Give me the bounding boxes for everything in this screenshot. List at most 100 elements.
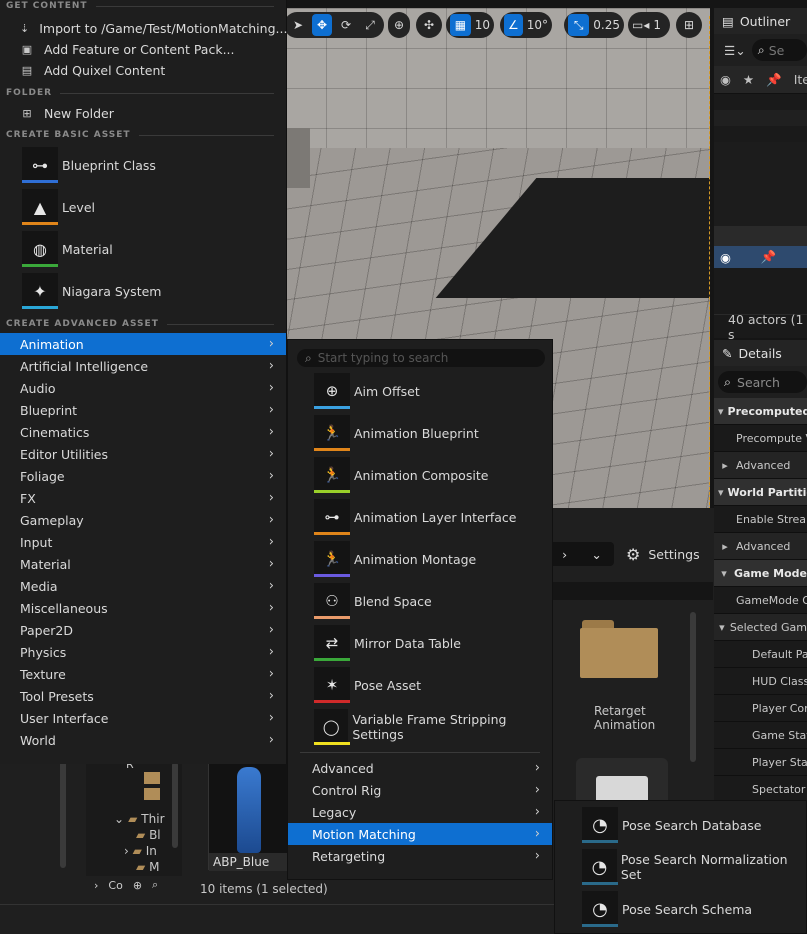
category-item-media[interactable]: Media › bbox=[0, 575, 286, 597]
grid-icon[interactable]: ▦ bbox=[450, 14, 471, 36]
details-row[interactable]: GameMode Ov bbox=[714, 587, 807, 614]
category-item-paper2d[interactable]: Paper2D › bbox=[0, 619, 286, 641]
category-item-input[interactable]: Input › bbox=[0, 531, 286, 553]
rotation-snap-group[interactable]: ∠ 10° bbox=[500, 12, 552, 38]
tree-item[interactable]: ⌄ ▰ Thir bbox=[114, 812, 165, 826]
submenu-item-retargeting[interactable]: Retargeting › bbox=[288, 845, 552, 867]
category-item-gameplay[interactable]: Gameplay › bbox=[0, 509, 286, 531]
pin-column-icon[interactable]: 📌 bbox=[766, 72, 782, 88]
animation-asset-item[interactable]: ⚇ Blend Space bbox=[288, 580, 552, 622]
camera-speed-button[interactable]: ▭◂ 1 bbox=[628, 12, 670, 38]
basic-asset-item[interactable]: ✦ Niagara System bbox=[0, 270, 286, 312]
details-row[interactable]: Game Stat bbox=[714, 722, 807, 749]
category-item-miscellaneous[interactable]: Miscellaneous › bbox=[0, 597, 286, 619]
add-feature-menu-item[interactable]: ▣ Add Feature or Content Pack... bbox=[0, 39, 286, 60]
basic-asset-item[interactable]: ⊶ Blueprint Class bbox=[0, 144, 286, 186]
details-row[interactable]: ▾ Game Mode bbox=[714, 560, 807, 587]
animation-search-input[interactable]: ⌕ Start typing to search bbox=[297, 349, 545, 367]
details-search-input[interactable]: ⌕ Search bbox=[718, 371, 807, 393]
scale-tool-icon[interactable]: ⤢ bbox=[360, 14, 380, 36]
animation-asset-item[interactable]: ⊶ Animation Layer Interface bbox=[288, 496, 552, 538]
details-row[interactable]: Spectator C bbox=[714, 776, 807, 803]
details-row[interactable]: ▾ World Partitio bbox=[714, 479, 807, 506]
details-row[interactable]: ▾ Precomputed bbox=[714, 398, 807, 425]
submenu-item-motion-matching[interactable]: Motion Matching › bbox=[288, 823, 552, 845]
animation-asset-item[interactable]: 🏃 Animation Blueprint bbox=[288, 412, 552, 454]
animation-asset-item[interactable]: ⇄ Mirror Data Table bbox=[288, 622, 552, 664]
animation-asset-item[interactable]: ✶ Pose Asset bbox=[288, 664, 552, 706]
motion-matching-asset-item[interactable]: ◔ Pose Search Normalization Set bbox=[555, 846, 806, 888]
category-item-tool-presets[interactable]: Tool Presets › bbox=[0, 685, 286, 707]
category-item-blueprint[interactable]: Blueprint › bbox=[0, 399, 286, 421]
add-icon[interactable]: ⊕ bbox=[133, 879, 142, 892]
category-item-world[interactable]: World › bbox=[0, 729, 286, 751]
new-folder-menu-item[interactable]: ⊞ New Folder bbox=[0, 102, 286, 125]
angle-icon[interactable]: ∠ bbox=[504, 14, 523, 36]
tree-item[interactable]: ▰ Bl bbox=[136, 828, 161, 842]
tree-item[interactable]: › ▰ In bbox=[124, 844, 157, 858]
category-item-texture[interactable]: Texture › bbox=[0, 663, 286, 685]
viewport-layout-button[interactable]: ⊞ bbox=[676, 12, 702, 38]
settings-button[interactable]: ⚙ Settings bbox=[626, 542, 700, 566]
category-item-animation[interactable]: Animation › bbox=[0, 333, 286, 355]
details-row[interactable]: HUD Class bbox=[714, 668, 807, 695]
visibility-icon[interactable]: ◉ bbox=[720, 250, 731, 265]
visibility-column-icon[interactable]: ◉ bbox=[720, 72, 731, 87]
search-icon[interactable]: ⌕ bbox=[152, 878, 158, 892]
animation-asset-item[interactable]: 🏃 Animation Composite bbox=[288, 454, 552, 496]
animation-asset-item[interactable]: ◯ Variable Frame Stripping Settings bbox=[288, 706, 552, 748]
world-space-button[interactable]: ⊕ bbox=[388, 12, 410, 38]
details-row[interactable]: ▸ Advanced bbox=[714, 533, 807, 560]
import-menu-item[interactable]: ⇣ Import to /Game/Test/MotionMatching... bbox=[0, 18, 287, 39]
add-quixel-menu-item[interactable]: ▤ Add Quixel Content bbox=[0, 60, 286, 81]
basic-asset-item[interactable]: ◍ Material bbox=[0, 228, 286, 270]
filter-icon[interactable]: ☰⌄ bbox=[724, 43, 746, 58]
submenu-item-control-rig[interactable]: Control Rig › bbox=[288, 779, 552, 801]
motion-matching-asset-item[interactable]: ◔ Pose Search Schema bbox=[555, 888, 806, 930]
favorite-column-icon[interactable]: ★ bbox=[743, 72, 754, 87]
outliner-row[interactable] bbox=[714, 94, 807, 110]
path-history-dropdown[interactable]: › ⌄ bbox=[550, 542, 614, 566]
details-row[interactable]: Enable Stream bbox=[714, 506, 807, 533]
grid-snap-group[interactable]: ▦ 10 bbox=[446, 12, 494, 38]
category-item-editor-utilities[interactable]: Editor Utilities › bbox=[0, 443, 286, 465]
basic-asset-item[interactable]: ▲ Level bbox=[0, 186, 286, 228]
outliner-search-input[interactable]: ⌕ Se bbox=[751, 39, 807, 61]
details-row[interactable]: Precompute V bbox=[714, 425, 807, 452]
rotate-tool-icon[interactable]: ⟳ bbox=[336, 14, 356, 36]
animation-asset-item[interactable]: 🏃 Animation Montage bbox=[288, 538, 552, 580]
category-item-artificial-intelligence[interactable]: Artificial Intelligence › bbox=[0, 355, 286, 377]
scale-snap-icon[interactable]: ⤡ bbox=[568, 14, 590, 36]
folder-tile[interactable] bbox=[580, 620, 658, 678]
surface-snap-button[interactable]: ✣ bbox=[416, 12, 442, 38]
category-item-audio[interactable]: Audio › bbox=[0, 377, 286, 399]
pin-icon[interactable]: 📌 bbox=[761, 249, 777, 265]
chevron-right-icon[interactable]: › bbox=[94, 879, 98, 892]
asset-thumbnail[interactable]: ABP_Blue bbox=[208, 758, 289, 871]
details-row[interactable]: Player Stat bbox=[714, 749, 807, 776]
details-row[interactable]: ▸ Advanced bbox=[714, 452, 807, 479]
outliner-row[interactable] bbox=[714, 110, 807, 126]
item-label-column[interactable]: Ite bbox=[794, 72, 807, 87]
details-row[interactable]: ▾ Selected Gam bbox=[714, 614, 807, 641]
category-item-foliage[interactable]: Foliage › bbox=[0, 465, 286, 487]
tree-scrollbar[interactable] bbox=[172, 762, 178, 848]
details-row[interactable]: Default Paw bbox=[714, 641, 807, 668]
outliner-row[interactable] bbox=[714, 126, 807, 142]
content-scrollbar[interactable] bbox=[690, 612, 696, 762]
motion-matching-asset-item[interactable]: ◔ Pose Search Database bbox=[555, 804, 806, 846]
tree-item[interactable]: ▰ M bbox=[136, 860, 159, 874]
scale-snap-group[interactable]: ⤡ 0.25 bbox=[564, 12, 624, 38]
tree-scrollbar-left[interactable] bbox=[60, 758, 66, 868]
outliner-selected-row[interactable]: ◉ 📌 bbox=[714, 246, 807, 268]
category-item-material[interactable]: Material › bbox=[0, 553, 286, 575]
animation-asset-item[interactable]: ⊕ Aim Offset bbox=[288, 370, 552, 412]
category-item-fx[interactable]: FX › bbox=[0, 487, 286, 509]
submenu-item-legacy[interactable]: Legacy › bbox=[288, 801, 552, 823]
category-item-cinematics[interactable]: Cinematics › bbox=[0, 421, 286, 443]
category-item-user-interface[interactable]: User Interface › bbox=[0, 707, 286, 729]
submenu-item-advanced[interactable]: Advanced › bbox=[288, 757, 552, 779]
move-tool-icon[interactable]: ✥ bbox=[312, 14, 332, 36]
outliner-row[interactable] bbox=[714, 226, 807, 246]
category-item-physics[interactable]: Physics › bbox=[0, 641, 286, 663]
